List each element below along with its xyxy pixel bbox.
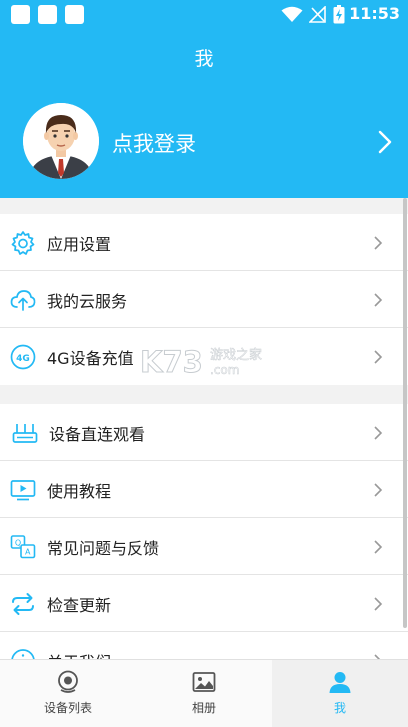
chevron-right-icon[interactable] xyxy=(373,128,397,156)
no-signal-icon xyxy=(309,6,326,23)
tab-device-list[interactable]: 设备列表 xyxy=(0,660,136,727)
user-icon xyxy=(329,672,351,693)
battery-icon xyxy=(333,5,345,24)
chevron-right-icon xyxy=(374,293,383,307)
chevron-right-icon xyxy=(374,597,383,611)
menu-item-about-us[interactable]: 关于我们 xyxy=(0,632,408,659)
avatar[interactable] xyxy=(23,103,99,179)
menu-item-label: 我的云服务 xyxy=(47,292,128,311)
menu-item-direct-connect[interactable]: 设备直连观看 xyxy=(0,404,408,461)
watermark-domain: .com xyxy=(210,363,239,377)
menu-item-cloud-service[interactable]: 我的云服务 xyxy=(0,271,408,328)
notification-icon xyxy=(11,5,30,24)
scrollbar[interactable] xyxy=(403,198,407,628)
login-link[interactable]: 点我登录 xyxy=(112,128,196,158)
svg-text:4G: 4G xyxy=(16,354,30,364)
cloud-upload-icon xyxy=(10,290,36,311)
router-icon xyxy=(12,424,38,443)
4g-icon: 4G xyxy=(10,344,36,370)
wifi-icon xyxy=(281,6,303,22)
chevron-right-icon xyxy=(374,350,383,364)
menu-item-label: 设备直连观看 xyxy=(49,425,146,444)
refresh-icon xyxy=(12,593,34,615)
clock: 11:53 xyxy=(349,4,400,23)
notification-icon xyxy=(65,5,84,24)
bottom-nav: 设备列表 相册 我 xyxy=(0,659,408,727)
info-icon xyxy=(11,649,35,659)
menu-item-label: 使用教程 xyxy=(47,482,112,501)
menu-item-check-update[interactable]: 检查更新 xyxy=(0,575,408,632)
chevron-right-icon xyxy=(374,540,383,554)
page-title: 我 xyxy=(194,48,214,70)
profile-header: 我 点我登录 xyxy=(0,28,408,198)
menu-item-label: 应用设置 xyxy=(47,235,112,254)
help-menu-group: 设备直连观看 使用教程 Q A 常见问题与反馈 检查更新 xyxy=(0,404,408,659)
chevron-right-icon xyxy=(374,236,383,250)
watermark-logo: K73 游戏之家 .com xyxy=(140,345,263,379)
photo-album-icon xyxy=(192,672,216,692)
chevron-right-icon xyxy=(374,426,383,440)
tab-label: 我 xyxy=(333,701,346,715)
menu-item-app-settings[interactable]: 应用设置 xyxy=(0,214,408,271)
menu-item-faq-feedback[interactable]: Q A 常见问题与反馈 xyxy=(0,518,408,575)
faq-icon: Q A xyxy=(10,535,36,559)
status-bar: 11:53 xyxy=(0,0,408,28)
gear-icon xyxy=(11,231,35,255)
svg-text:Q: Q xyxy=(15,539,21,548)
menu-item-tutorial[interactable]: 使用教程 xyxy=(0,461,408,518)
menu-item-label: 4G设备充值 xyxy=(47,349,134,368)
watermark-brand: K73 xyxy=(140,345,203,378)
camera-icon xyxy=(58,670,78,693)
tab-label: 相册 xyxy=(191,701,216,715)
tab-label: 设备列表 xyxy=(43,701,92,715)
svg-text:A: A xyxy=(25,548,31,557)
watermark-site-name: 游戏之家 xyxy=(210,347,262,363)
menu-item-label: 检查更新 xyxy=(47,596,112,615)
chevron-right-icon xyxy=(374,483,383,497)
video-tutorial-icon xyxy=(10,480,36,501)
tab-album[interactable]: 相册 xyxy=(136,660,272,727)
menu-item-label: 常见问题与反馈 xyxy=(47,539,160,558)
notification-icon xyxy=(38,5,57,24)
menu-item-label: 关于我们 xyxy=(47,649,111,659)
tab-me[interactable]: 我 xyxy=(272,660,408,727)
avatar-illustration xyxy=(23,103,99,179)
